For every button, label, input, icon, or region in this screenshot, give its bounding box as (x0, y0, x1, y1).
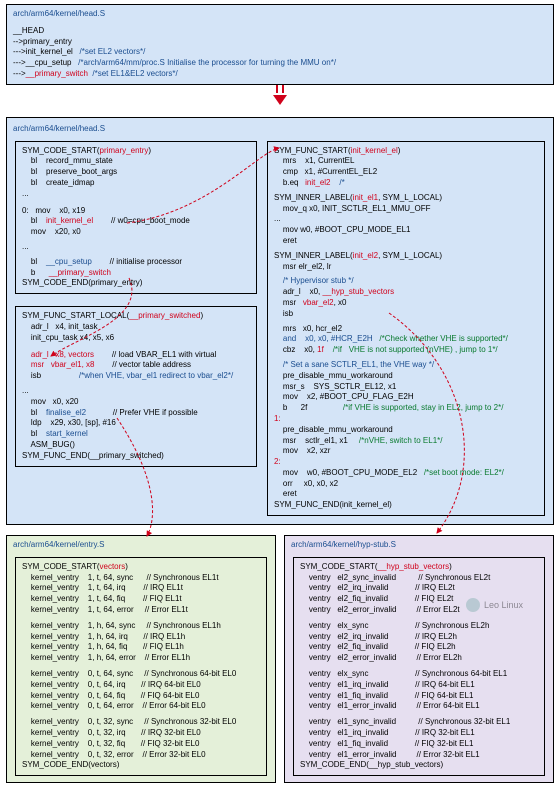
code-line: ventry elx_sync // Synchronous 64-bit EL… (300, 669, 538, 680)
bottom-row: arch/arm64/kernel/entry.S SYM_CODE_START… (6, 535, 554, 783)
code-line: kernel_ventry 0, t, 32, irq // IRQ 32-bi… (22, 728, 260, 739)
code-line: kernel_ventry 1, h, 64, error // Error E… (22, 653, 260, 664)
code-line: ventry el1_irq_invalid // IRQ 64-bit EL1 (300, 680, 538, 691)
code-line: ventry el1_irq_invalid // IRQ 32-bit EL1 (300, 728, 538, 739)
code-line: kernel_ventry 1, t, 64, sync // Synchron… (22, 573, 260, 584)
watermark-icon (466, 598, 480, 612)
primary-entry-block: SYM_CODE_START(primary_entry) bl record_… (15, 141, 257, 295)
code-line: ventry el2_fiq_invalid // FIQ EL2h (300, 642, 538, 653)
arrow-down-icon (273, 95, 287, 105)
code-line: kernel_ventry 0, t, 64, irq // IRQ 64-bi… (22, 680, 260, 691)
hyp-stub-vectors-block: SYM_CODE_START(__hyp_stub_vectors) ventr… (293, 557, 545, 776)
code-line: kernel_ventry 0, t, 64, sync // Synchron… (22, 669, 260, 680)
code-line: kernel_ventry 1, t, 64, irq // IRQ EL1t (22, 583, 260, 594)
middle-container: arch/arm64/kernel/head.S SYM_CODE_START(… (6, 117, 554, 525)
top-headS-box: arch/arm64/kernel/head.S __HEAD -->prima… (6, 4, 554, 85)
code-line: kernel_ventry 1, h, 64, irq // IRQ EL1h (22, 632, 260, 643)
code-line: kernel_ventry 0, t, 32, sync // Synchron… (22, 717, 260, 728)
code-line: ventry el1_error_invalid // Error 64-bit… (300, 701, 538, 712)
code-line: ventry elx_sync // Synchronous EL2h (300, 621, 538, 632)
hypstubS-box: arch/arm64/kernel/hyp-stub.S SYM_CODE_ST… (284, 535, 554, 783)
code-line: kernel_ventry 0, t, 64, error // Error 6… (22, 701, 260, 712)
entryS-box: arch/arm64/kernel/entry.S SYM_CODE_START… (6, 535, 276, 783)
code-line: ventry el1_fiq_invalid // FIQ 32-bit EL1 (300, 739, 538, 750)
code-line: kernel_ventry 1, h, 64, fiq // FIQ EL1h (22, 642, 260, 653)
file-path: arch/arm64/kernel/head.S (13, 124, 547, 135)
code-line: kernel_ventry 1, t, 64, error // Error E… (22, 605, 260, 616)
file-path: arch/arm64/kernel/entry.S (13, 540, 269, 551)
code-line: kernel_ventry 1, t, 64, fiq // FIQ EL1t (22, 594, 260, 605)
code-line: ventry el2_sync_invalid // Synchronous E… (300, 573, 538, 584)
code-line: ventry el2_irq_invalid // IRQ EL2t (300, 583, 538, 594)
code-line: --->__primary_switch /*set EL1&EL2 vecto… (13, 69, 547, 80)
code-line: ventry el2_irq_invalid // IRQ EL2h (300, 632, 538, 643)
init-kernel-el-block: SYM_FUNC_START(init_kernel_el) mrs x1, C… (267, 141, 545, 517)
file-path: arch/arm64/kernel/head.S (13, 9, 547, 20)
code-line: kernel_ventry 1, h, 64, sync // Synchron… (22, 621, 260, 632)
code-line: __HEAD (13, 26, 547, 37)
code-line: --->__cpu_setup /*arch/arm64/mm/proc.S I… (13, 58, 547, 69)
code-line: --->init_kernel_el /*set EL2 vectors*/ (13, 47, 547, 58)
vectors-block: SYM_CODE_START(vectors) kernel_ventry 1,… (15, 557, 267, 776)
file-path: arch/arm64/kernel/hyp-stub.S (291, 540, 547, 551)
watermark: Leo Linux (466, 598, 523, 612)
code-line: ventry el2_error_invalid // Error EL2h (300, 653, 538, 664)
code-line: ventry el1_fiq_invalid // FIQ 64-bit EL1 (300, 691, 538, 702)
code-line: kernel_ventry 0, t, 64, fiq // FIQ 64-bi… (22, 691, 260, 702)
code-line: kernel_ventry 0, t, 32, fiq // FIQ 32-bi… (22, 739, 260, 750)
primary-switched-block: SYM_FUNC_START_LOCAL(__primary_switched)… (15, 306, 257, 466)
code-line: -->primary_entry (13, 37, 547, 48)
code-line: ventry el1_error_invalid // Error 32-bit… (300, 750, 538, 761)
code-line: kernel_ventry 0, t, 32, error // Error 3… (22, 750, 260, 761)
arrow-stem (276, 85, 284, 93)
code-line: ventry el1_sync_invalid // Synchronous 3… (300, 717, 538, 728)
